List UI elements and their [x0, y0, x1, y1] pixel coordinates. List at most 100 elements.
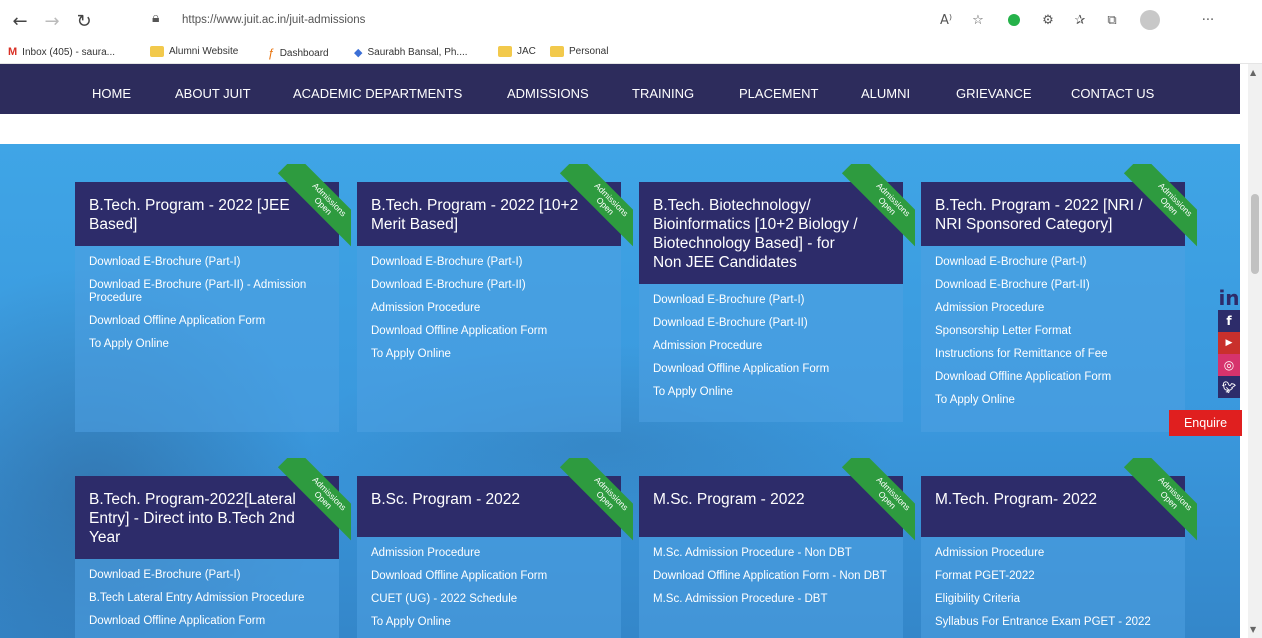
- nav-training[interactable]: TRAINING: [632, 86, 694, 101]
- link-offline-application-form[interactable]: Download Offline Application Form: [371, 570, 607, 583]
- admissions-open-ribbon: Admissions Open: [545, 164, 633, 252]
- link-apply-online[interactable]: To Apply Online: [371, 348, 607, 361]
- bookmark-personal[interactable]: Personal: [550, 46, 608, 57]
- link-offline-application-form[interactable]: Download Offline Application Form: [653, 363, 889, 376]
- nav-alumni[interactable]: ALUMNI: [861, 86, 910, 101]
- admissions-open-ribbon: Admissions Open: [1109, 458, 1197, 546]
- link-cuet-schedule[interactable]: CUET (UG) - 2022 Schedule: [371, 593, 607, 606]
- admissions-open-ribbon: Admissions Open: [827, 458, 915, 546]
- link-e-brochure-part-2[interactable]: Download E-Brochure (Part-II): [371, 279, 607, 292]
- link-admission-procedure[interactable]: Admission Procedure: [371, 547, 607, 560]
- admissions-section: B.Tech. Program - 2022 [JEE Based] Admis…: [0, 144, 1240, 638]
- link-e-brochure-part-2[interactable]: Download E-Brochure (Part-II): [935, 279, 1171, 292]
- favorites-icon[interactable]: ☆: [966, 8, 990, 32]
- url-text[interactable]: https://www.juit.ac.in/juit-admissions: [182, 14, 365, 26]
- bookmark-dashboard[interactable]: ƒ Dashboard: [268, 46, 329, 60]
- bookmark-alumni-website[interactable]: Alumni Website: [150, 46, 238, 57]
- link-admission-procedure[interactable]: Admission Procedure: [935, 302, 1171, 315]
- extensions-icon[interactable]: ⚙: [1036, 8, 1060, 32]
- page-scrollbar[interactable]: ▲ ▼: [1248, 64, 1262, 638]
- link-apply-online[interactable]: To Apply Online: [371, 616, 607, 629]
- bookmark-inbox[interactable]: M Inbox (405) - saura...: [8, 46, 115, 58]
- forward-arrow-icon[interactable]: →: [38, 7, 66, 35]
- link-msc-procedure-non-dbt[interactable]: M.Sc. Admission Procedure - Non DBT: [653, 547, 889, 560]
- card-header: B.Sc. Program - 2022 Admissions Open: [357, 458, 633, 546]
- scroll-down-icon[interactable]: ▼: [1250, 625, 1256, 634]
- program-card-btech-biotech: B.Tech. Biotechnology/ Bioinformatics [1…: [639, 164, 915, 422]
- program-card-btech-nri: B.Tech. Program - 2022 [NRI / NRI Sponso…: [921, 164, 1197, 432]
- twitter-icon[interactable]: 🐦︎: [1218, 376, 1240, 398]
- scroll-thumb[interactable]: [1251, 194, 1259, 274]
- card-header: B.Tech. Program - 2022 [JEE Based] Admis…: [75, 164, 351, 252]
- link-e-brochure-part-1[interactable]: Download E-Brochure (Part-I): [89, 569, 325, 582]
- browser-toolbar: ← → ↻ 🔒︎ https://www.juit.ac.in/juit-adm…: [0, 0, 1262, 42]
- card-title: B.Sc. Program - 2022: [371, 491, 521, 508]
- card-header: B.Tech. Biotechnology/ Bioinformatics [1…: [639, 164, 915, 284]
- link-offline-application-form[interactable]: Download Offline Application Form: [89, 315, 325, 328]
- link-e-brochure-part-1[interactable]: Download E-Brochure (Part-I): [653, 294, 889, 307]
- link-offline-application-form[interactable]: Download Offline Application Form: [935, 371, 1171, 384]
- profile-icon[interactable]: [1138, 8, 1162, 32]
- link-offline-application-form[interactable]: Download Offline Application Form: [371, 325, 607, 338]
- nav-placement[interactable]: PLACEMENT: [739, 86, 818, 101]
- link-apply-online[interactable]: To Apply Online: [653, 386, 889, 399]
- link-e-brochure-part-2[interactable]: Download E-Brochure (Part-II): [653, 317, 889, 330]
- link-apply-online[interactable]: To Apply Online: [89, 338, 325, 351]
- back-arrow-icon[interactable]: ←: [6, 7, 34, 35]
- link-offline-form-non-dbt[interactable]: Download Offline Application Form - Non …: [653, 570, 889, 583]
- program-card-btech-merit: B.Tech. Program - 2022 [10+2 Merit Based…: [357, 164, 633, 432]
- admissions-open-ribbon: Admissions Open: [263, 164, 351, 252]
- card-title: M.Tech. Program- 2022: [935, 491, 1097, 508]
- link-eligibility-criteria[interactable]: Eligibility Criteria: [935, 593, 1171, 606]
- link-e-brochure-part-1[interactable]: Download E-Brochure (Part-I): [935, 256, 1171, 269]
- nav-contact-us[interactable]: CONTACT US: [1071, 86, 1154, 101]
- scroll-up-icon[interactable]: ▲: [1250, 68, 1256, 77]
- link-e-brochure-part-1[interactable]: Download E-Brochure (Part-I): [89, 256, 325, 269]
- bookmark-saurabh[interactable]: ◆ Saurabh Bansal, Ph....: [354, 46, 468, 59]
- nav-academic-departments[interactable]: ACADEMIC DEPARTMENTS: [293, 86, 462, 101]
- link-admission-procedure[interactable]: Admission Procedure: [371, 302, 607, 315]
- extension-icon[interactable]: [1002, 8, 1026, 32]
- read-aloud-icon[interactable]: A⁾: [934, 8, 958, 32]
- enquire-button[interactable]: Enquire: [1169, 410, 1242, 436]
- more-icon[interactable]: ···: [1196, 8, 1220, 32]
- link-admission-procedure[interactable]: Admission Procedure: [935, 547, 1171, 560]
- link-lateral-entry-procedure[interactable]: B.Tech Lateral Entry Admission Procedure: [89, 592, 325, 605]
- link-e-brochure-part-1[interactable]: Download E-Brochure (Part-I): [371, 256, 607, 269]
- collections-icon[interactable]: ⧉: [1100, 8, 1124, 32]
- main-navigation: HOME ABOUT JUIT ACADEMIC DEPARTMENTS ADM…: [0, 64, 1240, 114]
- folder-icon: [550, 46, 564, 57]
- link-remittance-instructions[interactable]: Instructions for Remittance of Fee: [935, 348, 1171, 361]
- reload-icon[interactable]: ↻: [70, 7, 98, 35]
- program-card-btech-jee: B.Tech. Program - 2022 [JEE Based] Admis…: [75, 164, 351, 432]
- linkedin-icon[interactable]: in: [1218, 286, 1240, 310]
- nav-admissions[interactable]: ADMISSIONS: [507, 86, 589, 101]
- page-viewport: HOME ABOUT JUIT ACADEMIC DEPARTMENTS ADM…: [0, 64, 1262, 638]
- card-header: M.Tech. Program- 2022 Admissions Open: [921, 458, 1197, 546]
- admissions-open-ribbon: Admissions Open: [1109, 164, 1197, 252]
- nav-about-juit[interactable]: ABOUT JUIT: [175, 86, 251, 101]
- facebook-icon[interactable]: f: [1218, 310, 1240, 332]
- nav-home[interactable]: HOME: [92, 86, 131, 101]
- link-e-brochure-part-2[interactable]: Download E-Brochure (Part-II) - Admissio…: [89, 279, 325, 305]
- program-card-msc: M.Sc. Program - 2022 Admissions Open M.Sc…: [639, 458, 915, 638]
- link-sponsorship-letter-format[interactable]: Sponsorship Letter Format: [935, 325, 1171, 338]
- link-offline-application-form[interactable]: Download Offline Application Form: [89, 615, 325, 628]
- nav-grievance[interactable]: GRIEVANCE: [956, 86, 1032, 101]
- link-msc-procedure-dbt[interactable]: M.Sc. Admission Procedure - DBT: [653, 593, 889, 606]
- youtube-icon[interactable]: ▶: [1218, 332, 1240, 354]
- program-card-mtech: M.Tech. Program- 2022 Admissions Open Adm…: [921, 458, 1197, 638]
- link-format-pget[interactable]: Format PGET-2022: [935, 570, 1171, 583]
- folder-icon: [498, 46, 512, 57]
- folder-icon: [150, 46, 164, 57]
- bookmarks-bar: M Inbox (405) - saura... Alumni Website ƒ…: [0, 42, 1262, 64]
- instagram-icon[interactable]: ◎: [1218, 354, 1240, 376]
- link-admission-procedure[interactable]: Admission Procedure: [653, 340, 889, 353]
- card-header: B.Tech. Program - 2022 [10+2 Merit Based…: [357, 164, 633, 252]
- card-header: B.Tech. Program - 2022 [NRI / NRI Sponso…: [921, 164, 1197, 252]
- favorites-bar-icon[interactable]: ✰: [1068, 8, 1092, 32]
- bookmark-jac[interactable]: JAC: [498, 46, 536, 57]
- card-title: M.Sc. Program - 2022: [653, 491, 805, 508]
- link-syllabus-pget[interactable]: Syllabus For Entrance Exam PGET - 2022: [935, 616, 1171, 629]
- link-apply-online[interactable]: To Apply Online: [935, 394, 1171, 407]
